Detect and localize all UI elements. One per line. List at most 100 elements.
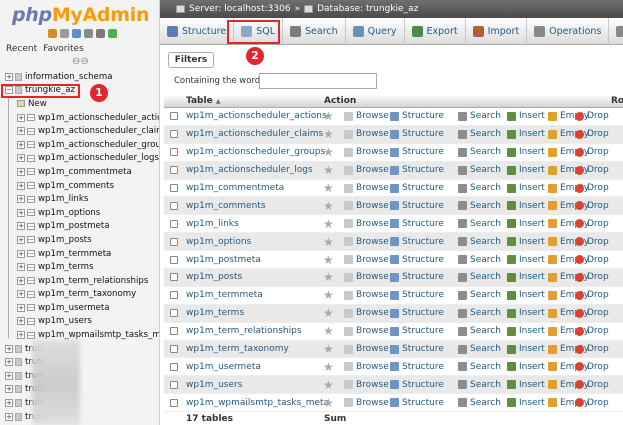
sidebar-table-item[interactable]: + wp1m_term_taxonomy [0, 288, 159, 302]
action-browse[interactable]: Browse [344, 183, 389, 193]
action-browse[interactable]: Browse [344, 111, 389, 121]
action-search[interactable]: Search [458, 111, 501, 121]
table-name-link[interactable]: wp1m_users [186, 380, 242, 390]
action-search[interactable]: Search [458, 380, 501, 390]
action-search[interactable]: Search [458, 219, 501, 229]
expand-toggle-icon[interactable]: + [5, 72, 13, 81]
action-drop[interactable]: Drop [575, 111, 609, 121]
row-checkbox[interactable] [170, 380, 178, 389]
sidebar-table-item[interactable]: + wp1m_commentmeta [0, 165, 159, 179]
new-table-item[interactable]: New [0, 97, 159, 111]
favorite-star-icon[interactable]: ★ [323, 182, 334, 194]
sidebar-table-item[interactable]: + wp1m_posts [0, 233, 159, 247]
action-browse[interactable]: Browse [344, 147, 389, 157]
row-checkbox[interactable] [170, 273, 178, 282]
expand-toggle-icon[interactable]: + [17, 113, 25, 122]
action-browse[interactable]: Browse [344, 201, 389, 211]
row-checkbox[interactable] [170, 219, 178, 228]
action-drop[interactable]: Drop [575, 290, 609, 300]
sidebar-table-item[interactable]: + wp1m_options [0, 206, 159, 220]
favorite-star-icon[interactable]: ★ [323, 397, 334, 409]
sidebar-table-item[interactable]: + wp1m_term_relationships [0, 274, 159, 288]
favorite-star-icon[interactable]: ★ [323, 146, 334, 158]
action-search[interactable]: Search [458, 255, 501, 265]
action-structure[interactable]: Structure [390, 165, 444, 175]
reload-icon[interactable] [108, 29, 117, 38]
action-insert[interactable]: Insert [507, 362, 545, 372]
favorite-star-icon[interactable]: ★ [323, 110, 334, 122]
help-icon[interactable] [72, 29, 81, 38]
expand-toggle-icon[interactable]: + [17, 140, 25, 149]
action-insert[interactable]: Insert [507, 344, 545, 354]
sidebar-table-item[interactable]: + wp1m_wpmailsmtp_tasks_me [0, 328, 159, 342]
table-name-link[interactable]: wp1m_actionscheduler_groups [186, 147, 325, 157]
action-structure[interactable]: Structure [390, 290, 444, 300]
row-checkbox[interactable] [170, 362, 178, 371]
favorite-star-icon[interactable]: ★ [323, 361, 334, 373]
action-insert[interactable]: Insert [507, 272, 545, 282]
action-drop[interactable]: Drop [575, 201, 609, 211]
action-drop[interactable]: Drop [575, 147, 609, 157]
row-checkbox[interactable] [170, 201, 178, 210]
action-browse[interactable]: Browse [344, 344, 389, 354]
table-name-link[interactable]: wp1m_termmeta [186, 290, 263, 300]
action-drop[interactable]: Drop [575, 219, 609, 229]
sidebar-table-item[interactable]: + wp1m_actionscheduler_claim [0, 124, 159, 138]
column-header-table[interactable]: Table ▲ [186, 96, 220, 106]
expand-toggle-icon[interactable]: + [17, 263, 25, 272]
action-search[interactable]: Search [458, 201, 501, 211]
action-insert[interactable]: Insert [507, 111, 545, 121]
action-drop[interactable]: Drop [575, 255, 609, 265]
database-item[interactable]: +trun [0, 342, 159, 356]
action-structure[interactable]: Structure [390, 183, 444, 193]
table-name-link[interactable]: wp1m_postmeta [186, 255, 261, 265]
row-checkbox[interactable] [170, 398, 178, 407]
expand-toggle-icon[interactable]: + [5, 385, 13, 394]
action-browse[interactable]: Browse [344, 398, 389, 408]
action-insert[interactable]: Insert [507, 380, 545, 390]
expand-toggle-icon[interactable]: + [5, 371, 13, 380]
row-checkbox[interactable] [170, 166, 178, 175]
action-insert[interactable]: Insert [507, 237, 545, 247]
expand-toggle-icon[interactable]: + [17, 181, 25, 190]
action-structure[interactable]: Structure [390, 111, 444, 121]
action-structure[interactable]: Structure [390, 344, 444, 354]
expand-toggle-icon[interactable]: + [17, 222, 25, 231]
table-name-link[interactable]: wp1m_posts [186, 272, 242, 282]
action-insert[interactable]: Insert [507, 219, 545, 229]
sidebar-table-item[interactable]: + wp1m_postmeta [0, 220, 159, 234]
action-search[interactable]: Search [458, 362, 501, 372]
table-name-link[interactable]: wp1m_term_relationships [186, 326, 302, 336]
docs-icon[interactable] [84, 29, 93, 38]
action-search[interactable]: Search [458, 129, 501, 139]
row-checkbox[interactable] [170, 327, 178, 336]
action-browse[interactable]: Browse [344, 290, 389, 300]
row-checkbox[interactable] [170, 255, 178, 264]
table-name-link[interactable]: wp1m_commentmeta [186, 183, 284, 193]
database-item[interactable]: +trun [0, 383, 159, 397]
action-insert[interactable]: Insert [507, 147, 545, 157]
expand-toggle-icon[interactable]: + [17, 208, 25, 217]
row-checkbox[interactable] [170, 112, 178, 121]
row-checkbox[interactable] [170, 291, 178, 300]
action-drop[interactable]: Drop [575, 398, 609, 408]
tab-import[interactable]: Import [466, 18, 528, 45]
favorite-star-icon[interactable]: ★ [323, 128, 334, 140]
expand-toggle-icon[interactable]: + [5, 344, 13, 353]
action-drop[interactable]: Drop [575, 362, 609, 372]
action-browse[interactable]: Browse [344, 380, 389, 390]
action-drop[interactable]: Drop [575, 344, 609, 354]
expand-toggle-icon[interactable]: + [17, 290, 25, 299]
phpmyadmin-logo[interactable]: phpMyAdmin [12, 4, 149, 26]
action-search[interactable]: Search [458, 398, 501, 408]
action-browse[interactable]: Browse [344, 362, 389, 372]
action-search[interactable]: Search [458, 183, 501, 193]
row-checkbox[interactable] [170, 184, 178, 192]
table-name-link[interactable]: wp1m_usermeta [186, 362, 261, 372]
sidebar-table-item[interactable]: + wp1m_actionscheduler_logs [0, 152, 159, 166]
action-search[interactable]: Search [458, 344, 501, 354]
action-drop[interactable]: Drop [575, 183, 609, 193]
action-drop[interactable]: Drop [575, 326, 609, 336]
action-structure[interactable]: Structure [390, 362, 444, 372]
favorite-star-icon[interactable]: ★ [323, 254, 334, 266]
